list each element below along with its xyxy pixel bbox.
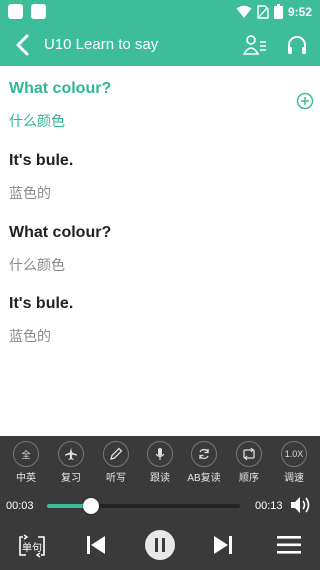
- status-time: 9:52: [287, 4, 312, 19]
- tool-label: 中英: [16, 473, 36, 484]
- header: U10 Learn to say: [0, 24, 320, 66]
- tool-read-along[interactable]: 跟读: [142, 441, 178, 484]
- seek-bar-thumb[interactable]: [83, 498, 100, 514]
- sentence-english[interactable]: It's bule.: [9, 295, 73, 313]
- order-icon: [236, 441, 262, 467]
- tool-label: 听写: [106, 473, 126, 484]
- current-time: 00:03: [6, 500, 34, 512]
- playback-progress: 00:03 00:13: [0, 490, 320, 520]
- sentence-list: What colour? 什么颜色 It's bule. 蓝色的 What co…: [0, 66, 320, 436]
- tool-dictation[interactable]: 听写: [98, 441, 134, 484]
- add-to-favorites-icon[interactable]: [296, 92, 314, 110]
- sentence-chinese[interactable]: 蓝色的: [9, 183, 51, 203]
- notification-icons: [8, 4, 46, 19]
- no-sim-icon: [257, 4, 269, 19]
- pause-icon: [155, 538, 165, 552]
- tool-label: 调速: [284, 473, 304, 484]
- total-time: 00:13: [255, 500, 283, 512]
- sentence-chinese[interactable]: 什么颜色: [9, 255, 65, 275]
- tool-speed[interactable]: 1.0X 调速: [276, 441, 312, 484]
- tool-ab-repeat[interactable]: AB复读: [186, 441, 222, 484]
- tool-order[interactable]: 顺序: [231, 441, 267, 484]
- language-icon: 全: [13, 441, 39, 467]
- tool-label: AB复读: [187, 473, 221, 484]
- ab-repeat-icon: [191, 441, 217, 467]
- player-controls: 单句: [0, 520, 320, 570]
- tool-bilingual[interactable]: 全 中英: [8, 441, 44, 484]
- tool-label: 复习: [61, 473, 81, 484]
- pause-button[interactable]: [145, 530, 175, 560]
- study-toolbar: 全 中英 复习 听写 跟读 AB复读 顺序 1.0X 调速: [0, 436, 320, 490]
- sentence-chinese[interactable]: 蓝色的: [9, 326, 51, 346]
- volume-icon[interactable]: [289, 495, 313, 515]
- plane-icon: [58, 441, 84, 467]
- pencil-icon: [103, 441, 129, 467]
- back-arrow-icon[interactable]: [12, 33, 34, 57]
- tool-label: 顺序: [239, 473, 259, 484]
- wifi-icon: [236, 5, 252, 18]
- single-sentence-mode-button[interactable]: 单句: [17, 534, 47, 558]
- sentence-english[interactable]: It's bule.: [9, 152, 73, 170]
- app-notification-icon: [8, 4, 23, 19]
- app-notification-icon-2: [31, 4, 46, 19]
- page-title: U10 Learn to say: [44, 36, 159, 53]
- microphone-icon: [147, 441, 173, 467]
- tool-label: 跟读: [150, 473, 170, 484]
- tool-review[interactable]: 复习: [53, 441, 89, 484]
- status-bar: 9:52: [0, 0, 320, 24]
- word-list-icon[interactable]: [243, 34, 267, 56]
- mode-label: 单句: [22, 543, 42, 554]
- battery-icon: [273, 4, 283, 19]
- menu-icon[interactable]: [277, 534, 301, 556]
- previous-icon[interactable]: [85, 535, 107, 555]
- next-icon[interactable]: [212, 535, 234, 555]
- seek-bar[interactable]: [47, 498, 240, 514]
- sentence-chinese[interactable]: 什么颜色: [9, 111, 65, 131]
- sentence-english[interactable]: What colour?: [9, 80, 111, 98]
- headphones-icon[interactable]: [286, 34, 308, 56]
- sentence-english[interactable]: What colour?: [9, 224, 111, 242]
- speed-icon: 1.0X: [281, 441, 307, 467]
